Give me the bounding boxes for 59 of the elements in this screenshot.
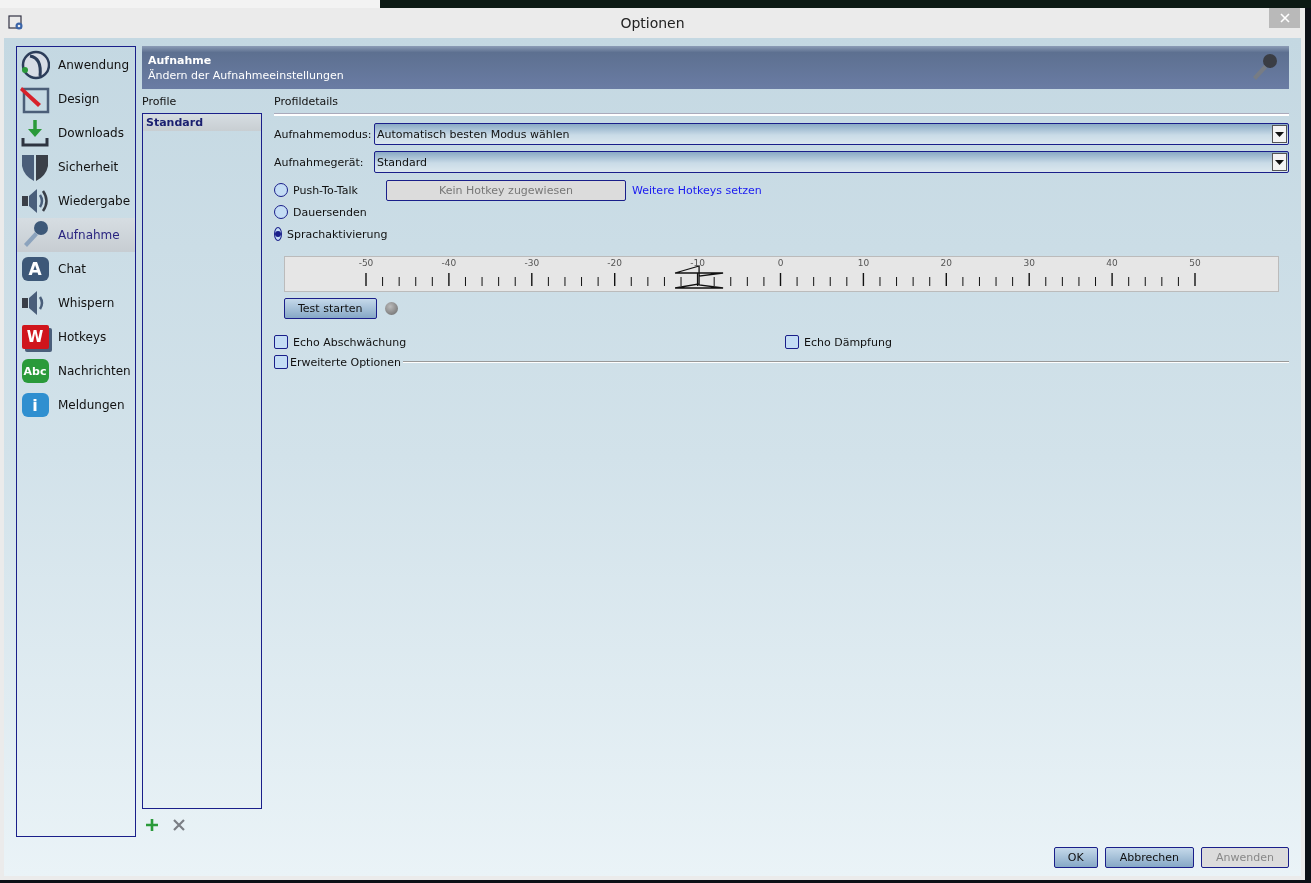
info-bubble-icon: i — [21, 393, 49, 417]
scale-label: 20 — [940, 258, 953, 268]
threshold-handle[interactable] — [674, 265, 724, 289]
threshold-slider[interactable]: -50 -40 -30 -20 -10 0 10 20 30 40 50 — [284, 256, 1279, 292]
category-item[interactable]: A Chat — [17, 252, 135, 286]
speaker-icon — [20, 186, 50, 216]
category-item[interactable]: Aufnahme — [17, 218, 135, 252]
page-title: Aufnahme — [148, 53, 213, 67]
field-label: Aufnahmegerät: — [274, 155, 365, 169]
category-item[interactable]: Downloads — [17, 116, 135, 150]
dialog-button[interactable]: Abbrechen — [1104, 847, 1195, 868]
field-label: Aufnahmemodus: — [274, 127, 370, 141]
category-item[interactable]: i Meldungen — [17, 388, 135, 422]
dropdown[interactable]: Standard — [374, 151, 1289, 173]
window-title: Optionen — [619, 15, 686, 31]
profile-item[interactable]: Standard — [143, 114, 261, 131]
window-settings-icon — [8, 15, 24, 31]
category-item[interactable]: Sicherheit — [17, 150, 135, 184]
scale-label: 30 — [1023, 258, 1035, 268]
message-bubble-icon: Abc — [21, 359, 49, 383]
test-button[interactable]: Test starten — [284, 298, 377, 319]
mode-radio[interactable]: Sprachaktivierung — [274, 227, 386, 241]
scale-label: 50 — [1189, 258, 1201, 268]
dropdown[interactable]: Automatisch besten Modus wählen — [374, 123, 1289, 145]
scale-label: 40 — [1106, 258, 1118, 268]
add-icon[interactable] — [145, 818, 159, 832]
category-item[interactable]: Wiedergabe — [17, 184, 135, 218]
scale-label: -50 — [358, 258, 374, 268]
scale-label: -40 — [441, 258, 457, 268]
status-led-icon — [384, 302, 398, 315]
details-heading: Profildetails — [274, 94, 340, 110]
category-item[interactable]: W Hotkeys — [17, 320, 135, 354]
close-button[interactable] — [1269, 8, 1300, 28]
scale-label: 0 — [777, 258, 784, 268]
hotkey-icon: W — [21, 325, 49, 349]
scale-label: 10 — [857, 258, 870, 268]
mode-radio[interactable]: Push-To-Talk — [274, 183, 386, 197]
category-item[interactable]: Anwendung — [17, 48, 135, 82]
pencil-frame-icon — [20, 84, 50, 114]
scale-label: -30 — [524, 258, 540, 268]
scale-label: -10 — [690, 258, 705, 268]
shield-icon — [20, 152, 50, 182]
close-icon — [1279, 13, 1290, 23]
advanced-options-checkbox[interactable]: Erweiterte Optionen — [274, 355, 401, 369]
dialog-button[interactable]: OK — [1053, 847, 1098, 868]
remove-icon[interactable] — [173, 819, 185, 831]
page-subtitle: Ändern der Aufnahmeeinstellungen — [148, 68, 344, 82]
download-icon — [20, 118, 50, 148]
category-item[interactable]: Whispern — [17, 286, 135, 320]
mode-radio[interactable]: Dauersenden — [274, 205, 386, 219]
scale-label: -20 — [607, 258, 623, 268]
headset-logo-icon — [20, 50, 50, 80]
option-checkbox[interactable]: Echo Dämpfung — [785, 335, 892, 349]
category-item[interactable]: Design — [17, 82, 135, 116]
option-checkbox[interactable]: Echo Abschwächung — [274, 335, 785, 349]
profiles-heading: Profile — [142, 94, 178, 110]
category-item[interactable]: Abc Nachrichten — [17, 354, 135, 388]
hotkeys-link[interactable]: Weitere Hotkeys setzen — [632, 183, 762, 197]
chat-bubble-icon: A — [21, 257, 49, 281]
